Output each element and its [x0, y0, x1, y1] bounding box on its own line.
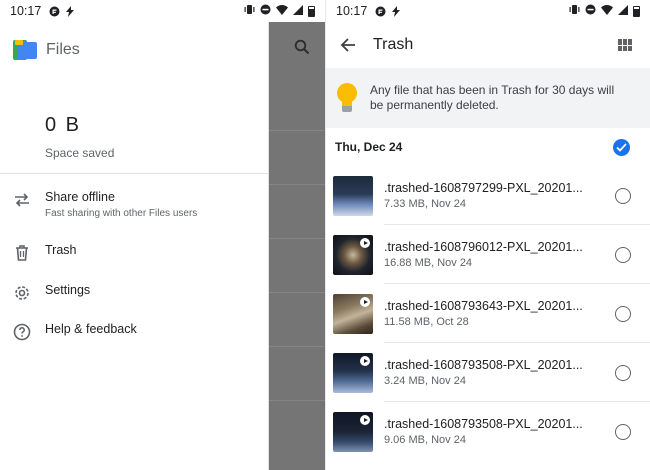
trash-icon	[12, 243, 32, 263]
drawer-item-label: Help & feedback	[45, 322, 137, 336]
left-phone-screen: 10:17 Files 0 B Space saved Share offlin…	[0, 0, 325, 470]
drawer-item-label: Settings	[45, 283, 91, 297]
right-phone-screen: 10:17 Trash Any file that has been in Tr…	[325, 0, 650, 470]
play-icon	[360, 355, 370, 366]
back-arrow-icon[interactable]	[338, 35, 358, 55]
scrim-divider	[269, 184, 325, 185]
flash-icon	[392, 5, 401, 17]
scrim-divider	[269, 238, 325, 239]
trash-info-banner: Any file that has been in Trash for 30 d…	[326, 68, 650, 128]
file-thumbnail	[333, 175, 373, 216]
select-radio[interactable]	[615, 423, 631, 440]
file-name: .trashed-1608796012-PXL_20201...	[384, 240, 583, 254]
status-time: 10:17	[10, 4, 42, 18]
file-meta: 3.24 MB, Nov 24	[384, 375, 466, 387]
list-item[interactable]: .trashed-1608797299-PXL_20201... 7.33 MB…	[326, 166, 650, 225]
lightbulb-icon	[336, 83, 358, 113]
grid-view-icon[interactable]	[618, 39, 632, 51]
swap-arrows-icon	[12, 190, 32, 210]
dnd-icon	[260, 4, 271, 18]
file-thumbnail	[333, 411, 373, 452]
file-meta: 9.06 MB, Nov 24	[384, 434, 466, 446]
drawer-item-share-offline[interactable]: Share offline Fast sharing with other Fi…	[0, 190, 197, 219]
vibrate-icon	[244, 4, 255, 18]
list-item[interactable]: .trashed-1608793643-PXL_20201... 11.58 M…	[326, 284, 650, 343]
help-icon	[12, 322, 32, 342]
page-title: Trash	[373, 36, 414, 53]
flash-icon	[66, 5, 75, 17]
file-meta: 16.88 MB, Nov 24	[384, 257, 473, 269]
drawer-scrim[interactable]	[269, 22, 325, 470]
gear-icon	[12, 283, 32, 303]
scrim-divider	[269, 292, 325, 293]
scrim-divider	[269, 400, 325, 401]
status-time: 10:17	[336, 4, 368, 18]
top-app-bar: Trash	[326, 22, 650, 68]
signal-icon	[618, 4, 628, 18]
drawer-header: Files	[0, 22, 268, 78]
space-saved-label: Space saved	[45, 146, 115, 160]
play-icon	[360, 237, 370, 248]
date-section-header: Thu, Dec 24	[326, 128, 650, 166]
file-meta: 7.33 MB, Nov 24	[384, 198, 466, 210]
signal-icon	[293, 4, 303, 18]
status-bar: 10:17	[326, 0, 650, 22]
drawer-item-trash[interactable]: Trash	[0, 243, 77, 263]
drawer-item-sublabel: Fast sharing with other Files users	[45, 208, 198, 219]
file-name: .trashed-1608793508-PXL_20201...	[384, 417, 583, 431]
notification-icon	[49, 6, 60, 17]
scrim-divider	[269, 346, 325, 347]
list-item[interactable]: .trashed-1608793508-PXL_20201... 3.24 MB…	[326, 343, 650, 402]
notification-icon	[375, 6, 386, 17]
dnd-icon	[585, 4, 596, 18]
banner-text: Any file that has been in Trash for 30 d…	[370, 83, 615, 112]
file-thumbnail	[333, 234, 373, 275]
navigation-drawer: Files 0 B Space saved Share offline Fast…	[0, 22, 269, 470]
file-thumbnail	[333, 293, 373, 334]
search-icon	[294, 39, 310, 60]
play-icon	[360, 296, 370, 307]
list-item[interactable]: .trashed-1608796012-PXL_20201... 16.88 M…	[326, 225, 650, 284]
drawer-item-settings[interactable]: Settings	[0, 283, 90, 303]
file-name: .trashed-1608793508-PXL_20201...	[384, 358, 583, 372]
wifi-icon	[276, 4, 288, 18]
battery-icon	[308, 5, 315, 17]
drawer-item-help-feedback[interactable]: Help & feedback	[0, 322, 137, 342]
scrim-divider	[269, 130, 325, 131]
play-icon	[360, 414, 370, 425]
space-saved-value: 0 B	[45, 114, 82, 136]
vibrate-icon	[569, 4, 580, 18]
list-item[interactable]: .trashed-1608793508-PXL_20201... 9.06 MB…	[326, 402, 650, 461]
select-all-check-icon[interactable]	[613, 138, 630, 156]
files-logo-icon	[13, 40, 38, 60]
battery-icon	[633, 5, 640, 17]
drawer-item-label: Share offline	[45, 190, 115, 204]
select-radio[interactable]	[615, 246, 631, 263]
drawer-item-label: Trash	[45, 243, 77, 257]
space-saved-block: 0 B Space saved	[0, 78, 268, 174]
file-thumbnail	[333, 352, 373, 393]
date-label: Thu, Dec 24	[335, 140, 403, 154]
select-radio[interactable]	[615, 187, 631, 204]
file-meta: 11.58 MB, Oct 28	[384, 316, 469, 328]
status-bar: 10:17	[0, 0, 325, 22]
drawer-title: Files	[46, 41, 80, 58]
select-radio[interactable]	[615, 364, 631, 381]
wifi-icon	[601, 4, 613, 18]
select-radio[interactable]	[615, 305, 631, 322]
file-name: .trashed-1608797299-PXL_20201...	[384, 181, 583, 195]
file-name: .trashed-1608793643-PXL_20201...	[384, 299, 583, 313]
